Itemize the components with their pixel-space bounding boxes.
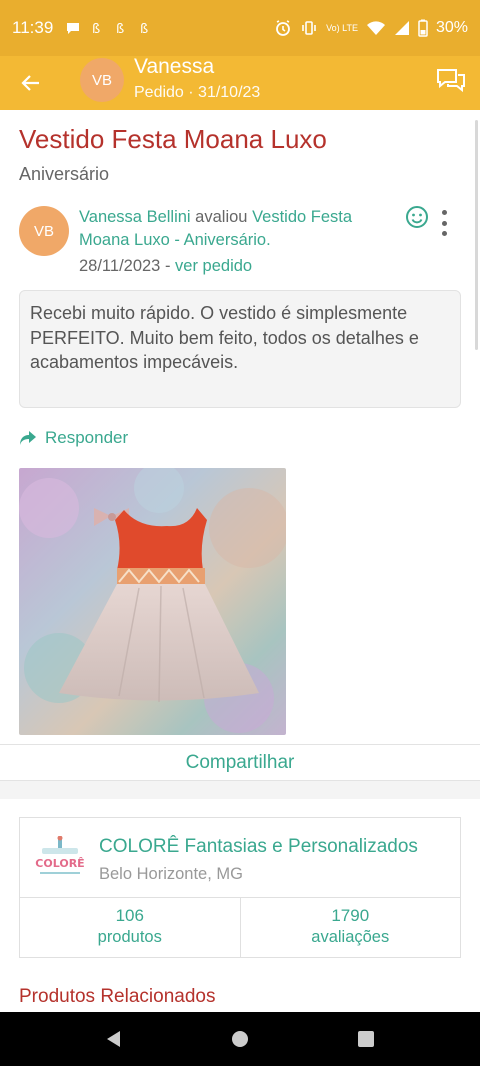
view-order-link[interactable]: ver pedido — [175, 257, 252, 275]
store-city: Belo Horizonte, MG — [99, 865, 243, 883]
reviewer-avatar: VB — [19, 206, 69, 256]
store-name[interactable]: COLORÊ Fantasias e Personalizados — [99, 836, 418, 858]
app-icon: ß — [92, 22, 100, 36]
order-subtitle: Pedido · 31/10/23 — [134, 84, 261, 101]
more-vertical-icon — [441, 210, 447, 215]
reply-button[interactable]: Responder — [19, 428, 128, 448]
reviews-label: avaliações — [311, 928, 390, 946]
review-headline: Vanessa Bellini avaliou Vestido Festa Mo… — [79, 206, 399, 252]
store-logo: COLORÊ — [32, 835, 88, 886]
products-count: 106 — [115, 906, 144, 925]
reaction-button[interactable] — [405, 205, 429, 229]
chat-bubble-icon — [67, 23, 80, 34]
arrow-left-icon — [21, 75, 39, 91]
svg-text:ß: ß — [92, 22, 100, 36]
nav-back-icon[interactable] — [105, 1030, 123, 1048]
vibrate-icon — [302, 21, 316, 35]
product-title: Vestido Festa Moana Luxo — [19, 124, 327, 154]
app-bar: VB Vanessa Pedido · 31/10/23 — [0, 55, 480, 110]
store-stats: 106 produtos 1790 avaliações — [20, 897, 460, 958]
nav-recents-icon[interactable] — [357, 1030, 375, 1048]
app-icon: ß — [140, 22, 148, 36]
signal-icon — [394, 21, 409, 35]
product-variant: Aniversário — [19, 164, 110, 184]
dress-photo-image — [19, 468, 286, 735]
share-button[interactable]: Compartilhar — [0, 745, 480, 781]
section-gap — [0, 781, 480, 799]
scrollbar[interactable] — [475, 120, 478, 350]
reviewer-name[interactable]: Vanessa Bellini — [79, 208, 191, 226]
svg-text:ß: ß — [140, 22, 148, 36]
review-meta: 28/11/2023 - ver pedido — [79, 257, 252, 276]
reviews-stat[interactable]: 1790 avaliações — [239, 898, 461, 958]
conversation-button[interactable] — [434, 64, 468, 98]
related-products-heading: Produtos Relacionados — [19, 986, 216, 1007]
chat-icon — [437, 69, 465, 93]
app-icon: ß — [116, 22, 124, 36]
review-text: Recebi muito rápido. O vestido é simples… — [19, 290, 461, 408]
products-stat[interactable]: 106 produtos — [20, 898, 240, 958]
store-logo-text: COLORÊ — [35, 857, 84, 870]
more-options-button[interactable] — [434, 208, 454, 238]
meta-separator: - — [160, 257, 176, 275]
review-action: avaliou — [190, 208, 253, 226]
status-bar: 11:39 ß ß ß Vo) LTE 30% — [0, 0, 480, 56]
reviews-count: 1790 — [331, 906, 370, 925]
status-time: 11:39 — [12, 18, 54, 37]
battery-icon — [418, 19, 428, 37]
contact-name: Vanessa — [134, 55, 215, 78]
svg-text:ß: ß — [116, 22, 124, 36]
products-label: produtos — [97, 928, 162, 946]
battery-percent: 30% — [435, 19, 468, 36]
review-date: 28/11/2023 — [79, 257, 161, 275]
reply-label: Responder — [45, 428, 129, 447]
system-nav-bar — [0, 1012, 480, 1066]
nav-home-icon[interactable] — [231, 1030, 249, 1048]
alarm-icon — [276, 20, 291, 36]
store-card[interactable]: COLORÊ COLORÊ Fantasias e Personalizados… — [19, 817, 461, 958]
store-logo-image: COLORÊ — [35, 835, 85, 874]
avatar: VB — [80, 58, 124, 102]
review-photo[interactable] — [19, 468, 286, 735]
smiley-icon — [406, 206, 428, 228]
notification-icons: ß ß ß — [65, 20, 153, 36]
volte-icon: Vo) LTE — [326, 22, 358, 33]
reply-arrow-icon — [20, 431, 36, 445]
back-button[interactable] — [0, 56, 62, 110]
wifi-icon — [366, 21, 385, 35]
